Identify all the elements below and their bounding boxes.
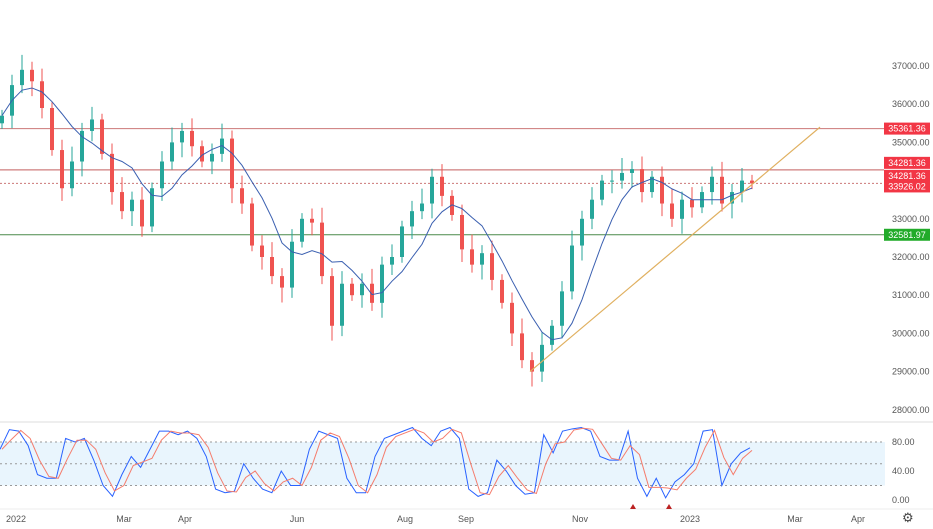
candle-body: [330, 276, 334, 326]
candle-body: [690, 199, 694, 208]
marker-triangle: [630, 504, 636, 509]
x-tick-label: Apr: [851, 514, 865, 524]
x-tick-label: Sep: [458, 514, 474, 524]
candle-body: [140, 199, 144, 227]
candle-body: [280, 276, 284, 288]
level-tag-label: 34281.36: [888, 171, 926, 181]
candle-body: [300, 218, 304, 242]
level-tag-label: 32581.97: [888, 230, 926, 240]
candle-body: [340, 283, 344, 326]
candle-body: [380, 264, 384, 303]
candle-body: [540, 344, 544, 372]
y-tick-label: 30000.00: [892, 328, 930, 338]
candle-body: [90, 119, 94, 131]
y-tick-label: 37000.00: [892, 61, 930, 71]
candle-body: [170, 142, 174, 162]
candle-body: [610, 180, 614, 182]
candle-body: [570, 245, 574, 292]
marker-triangle: [666, 504, 672, 509]
y-tick-label: 31000.00: [892, 290, 930, 300]
candle-body: [60, 150, 64, 189]
x-tick-label: 2023: [680, 514, 700, 524]
candle-body: [50, 108, 54, 151]
candle-body: [430, 176, 434, 204]
candle-body: [240, 188, 244, 204]
candle-body: [620, 172, 624, 181]
candle-body: [740, 180, 744, 193]
oscillator-tick-label: 80.00: [892, 437, 915, 447]
candle-body: [500, 279, 504, 303]
candle-body: [20, 69, 24, 86]
candle-body: [520, 333, 524, 361]
level-tag-label: 34281.36: [888, 158, 926, 168]
candle-body: [470, 249, 474, 265]
candle-body: [0, 115, 4, 124]
x-tick-label: Aug: [397, 514, 413, 524]
x-tick-label: Mar: [116, 514, 132, 524]
candle-body: [440, 176, 444, 196]
candle-body: [120, 192, 124, 212]
candle-body: [270, 257, 274, 277]
candle-body: [230, 138, 234, 189]
candle-body: [210, 153, 214, 162]
settings-gear-icon[interactable]: ⚙: [902, 510, 914, 526]
candle-body: [100, 119, 104, 154]
candle-body: [320, 222, 324, 277]
candle-body: [580, 218, 584, 246]
candle-body: [180, 130, 184, 143]
oscillator-tick-label: 0.00: [892, 495, 910, 505]
y-tick-label: 29000.00: [892, 367, 930, 377]
level-tag-label: 35361.36: [888, 124, 926, 134]
candle-body: [160, 161, 164, 189]
candle-body: [350, 283, 354, 296]
y-tick-label: 28000.00: [892, 405, 930, 415]
x-tick-label: Mar: [787, 514, 803, 524]
candle-body: [590, 199, 594, 219]
candle-body: [290, 241, 294, 288]
candle-body: [70, 161, 74, 189]
candle-body: [480, 253, 484, 265]
candle-body: [40, 81, 44, 109]
price-chart: 37000.00 36000.00 35000.00 33000.00 32000.00…: [0, 54, 933, 524]
candle-body: [190, 130, 194, 147]
y-tick-label: 32000.00: [892, 252, 930, 262]
x-tick-label: Apr: [178, 514, 192, 524]
candle-body: [670, 203, 674, 219]
candle-body: [110, 153, 114, 193]
candle-body: [710, 176, 714, 193]
candle-body: [400, 226, 404, 257]
candle-body: [560, 291, 564, 326]
candle-body: [510, 302, 514, 334]
oscillator-tick-label: 40.00: [892, 466, 915, 476]
candle-body: [130, 199, 134, 212]
x-tick-label: Jun: [290, 514, 305, 524]
candle-body: [630, 169, 634, 173]
y-tick-label: 36000.00: [892, 99, 930, 109]
candle-body: [390, 257, 394, 265]
x-tick-label: Nov: [572, 514, 589, 524]
level-tag-label: 33926.02: [888, 181, 926, 191]
candle-body: [600, 180, 604, 200]
candle-body: [420, 203, 424, 212]
candle-body: [360, 283, 364, 296]
moving-average-line: [1, 87, 753, 341]
oscillator-band: [0, 442, 885, 486]
x-tick-label: 2022: [6, 514, 26, 524]
candle-body: [680, 199, 684, 219]
candle-body: [250, 203, 254, 246]
candle-body: [410, 211, 414, 227]
y-tick-label: 33000.00: [892, 214, 930, 224]
candle-body: [310, 218, 314, 223]
y-tick-label: 35000.00: [892, 137, 930, 147]
candle-body: [550, 325, 554, 345]
candle-body: [30, 69, 34, 82]
candle-body: [660, 176, 664, 204]
candle-body: [490, 253, 494, 280]
candle-body: [640, 169, 644, 193]
candle-body: [260, 245, 264, 257]
candle-body: [460, 214, 464, 250]
